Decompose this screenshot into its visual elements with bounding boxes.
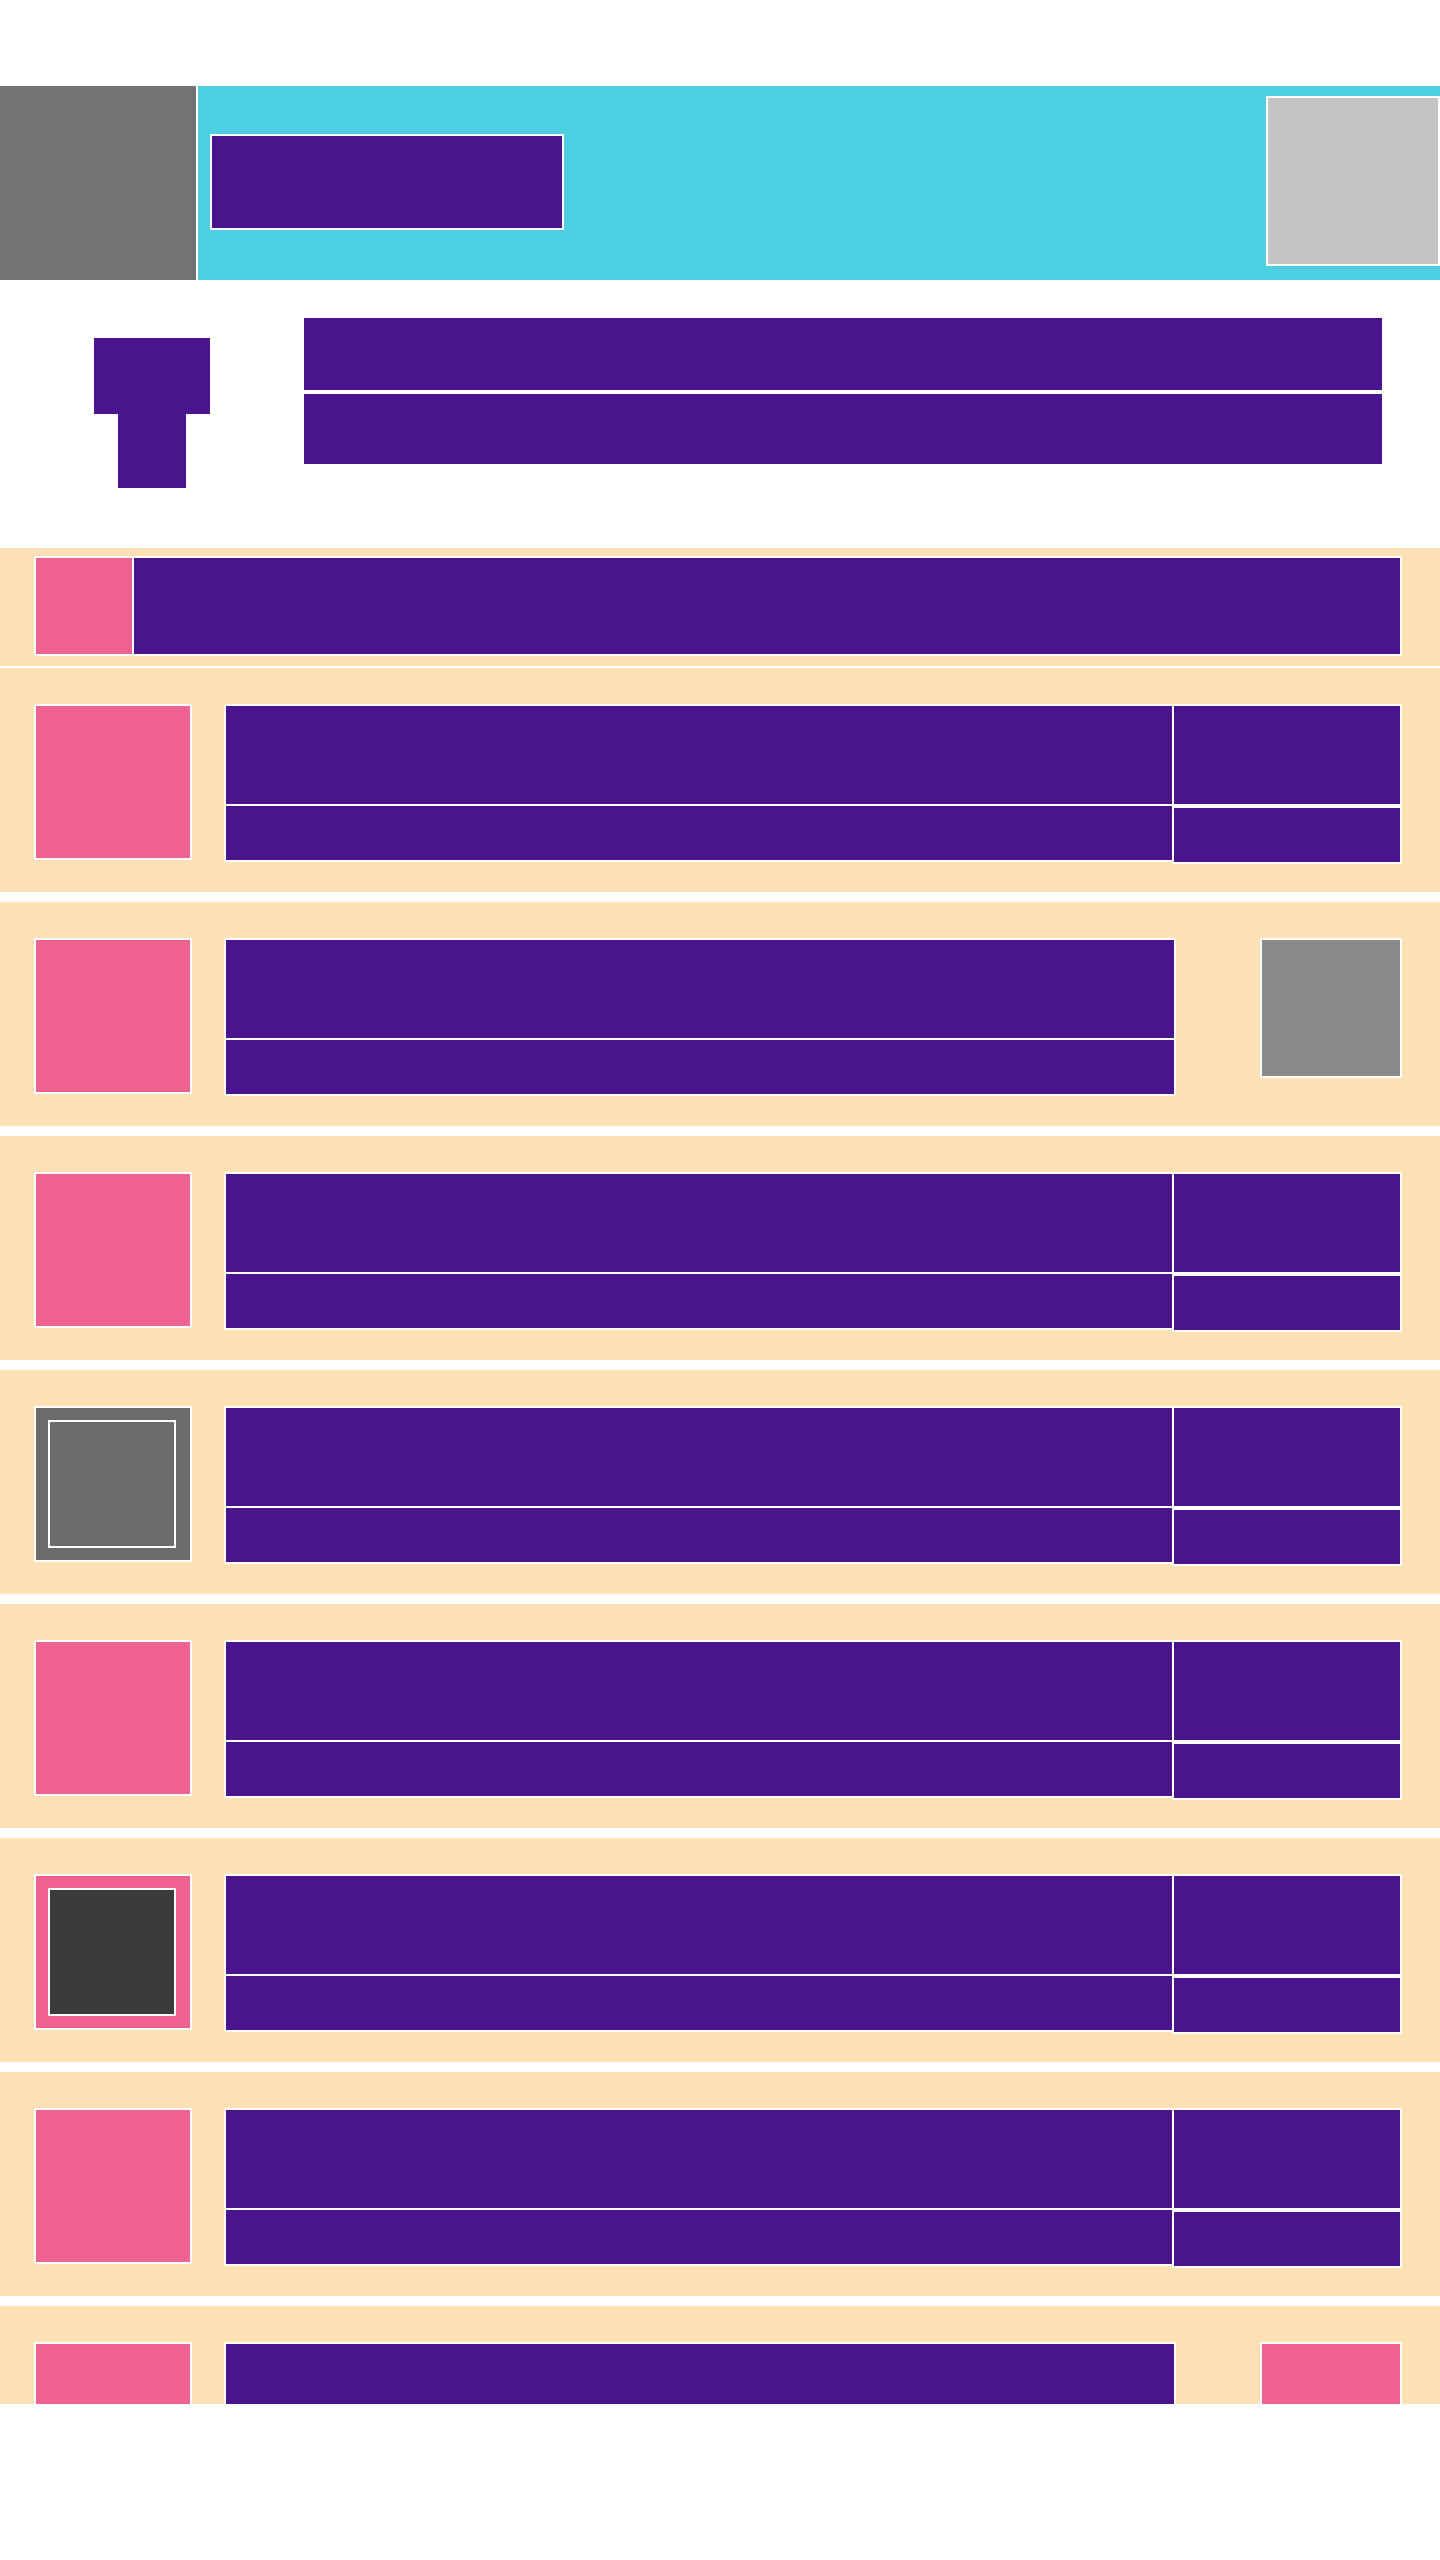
item-meta-bottom: [1172, 1508, 1402, 1566]
item-meta-top: [1172, 1406, 1402, 1508]
item-trailing-button[interactable]: [1260, 2342, 1402, 2404]
image-icon: [48, 1420, 176, 1548]
item-thumbnail: [34, 1172, 192, 1328]
header-title: [302, 316, 1384, 392]
item-thumbnail: [34, 1640, 192, 1796]
item-meta-bottom: [1172, 1274, 1402, 1332]
item-meta-top: [1172, 704, 1402, 806]
item-meta-bottom: [1172, 806, 1402, 864]
item-meta-bottom: [1172, 2210, 1402, 2268]
item-trailing-button[interactable]: [1260, 938, 1402, 1078]
item-meta-top: [1172, 1874, 1402, 1976]
item-title: [224, 938, 1176, 1040]
item-title: [224, 2108, 1176, 2210]
item-subtitle: [224, 804, 1176, 862]
menu-button[interactable]: [0, 86, 198, 280]
item-title: [224, 704, 1176, 806]
item-thumbnail: [34, 2108, 192, 2264]
item-meta-bottom: [1172, 1742, 1402, 1800]
item-meta-top: [1172, 1172, 1402, 1274]
item-subtitle: [224, 1038, 1176, 1096]
header-subtitle: [302, 392, 1384, 466]
summary-icon: [34, 556, 136, 656]
item-title: [224, 2342, 1176, 2404]
item-title: [224, 1640, 1176, 1742]
item-thumbnail: [34, 704, 192, 860]
item-subtitle: [224, 1740, 1176, 1798]
item-subtitle: [224, 1974, 1176, 2032]
item-meta-bottom: [1172, 1976, 1402, 2034]
item-subtitle: [224, 1272, 1176, 1330]
item-meta-top: [1172, 1640, 1402, 1742]
item-title: [224, 1874, 1176, 1976]
summary-text: [132, 556, 1402, 656]
item-subtitle: [224, 2208, 1176, 2266]
header-label-a: [94, 338, 210, 414]
item-thumbnail: [34, 1874, 192, 2030]
app-bar-title: [210, 134, 564, 230]
image-icon: [48, 1888, 176, 2016]
header-label-b: [118, 414, 186, 488]
item-thumbnail: [34, 2342, 192, 2404]
item-thumbnail: [34, 1406, 192, 1562]
item-title: [224, 1172, 1176, 1274]
item-subtitle: [224, 1506, 1176, 1564]
item-title: [224, 1406, 1176, 1508]
item-meta-top: [1172, 2108, 1402, 2210]
action-button[interactable]: [1266, 96, 1440, 266]
item-thumbnail: [34, 938, 192, 1094]
